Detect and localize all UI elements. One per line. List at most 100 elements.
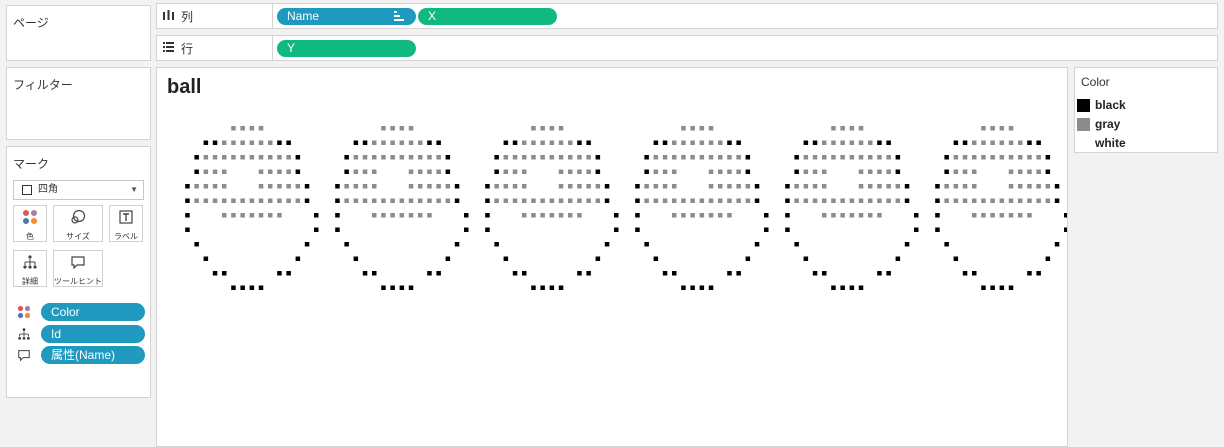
ball-mark[interactable] xyxy=(353,140,359,146)
ball-mark[interactable] xyxy=(1018,198,1023,204)
ball-mark[interactable] xyxy=(718,155,723,160)
ball-mark[interactable] xyxy=(981,213,986,218)
ball-mark[interactable] xyxy=(286,198,291,204)
ball-mark[interactable] xyxy=(418,184,423,189)
mark-type-dropdown[interactable]: 四角 ▼ xyxy=(13,180,144,200)
legend-item-white[interactable]: white xyxy=(1077,135,1215,151)
ball-mark[interactable] xyxy=(1027,155,1032,160)
ball-mark[interactable] xyxy=(418,213,423,218)
ball-mark[interactable] xyxy=(353,256,359,262)
ball-mark[interactable] xyxy=(858,140,864,146)
ball-mark[interactable] xyxy=(586,155,591,160)
ball-mark[interactable] xyxy=(427,155,432,160)
ball-mark[interactable] xyxy=(690,155,695,160)
ball-mark[interactable] xyxy=(277,213,282,218)
ball-mark[interactable] xyxy=(953,184,959,189)
ball-mark[interactable] xyxy=(390,155,395,160)
ball-mark[interactable] xyxy=(999,285,1005,291)
ball-mark[interactable] xyxy=(586,184,591,189)
ball-mark[interactable] xyxy=(1036,155,1041,160)
ball-mark[interactable] xyxy=(512,271,518,276)
ball-mark[interactable] xyxy=(831,285,836,291)
ball-mark[interactable] xyxy=(840,126,845,131)
ball-mark[interactable] xyxy=(494,198,499,204)
ball-mark[interactable] xyxy=(644,169,649,175)
ball-mark[interactable] xyxy=(672,184,677,189)
ball-mark[interactable] xyxy=(185,198,190,204)
ball-mark[interactable] xyxy=(399,285,405,291)
ball-mark[interactable] xyxy=(727,155,732,160)
ball-mark[interactable] xyxy=(708,213,714,218)
ball-mark[interactable] xyxy=(249,213,255,218)
ball-mark[interactable] xyxy=(699,140,705,146)
ball-mark[interactable] xyxy=(512,198,518,204)
ball-mark[interactable] xyxy=(577,198,582,204)
ball-mark[interactable] xyxy=(1045,256,1051,262)
ball-mark[interactable] xyxy=(914,213,919,218)
ball-mark[interactable] xyxy=(344,242,349,247)
ball-mark[interactable] xyxy=(962,169,968,175)
ball-mark[interactable] xyxy=(990,213,995,218)
ball-mark[interactable] xyxy=(812,155,818,160)
ball-mark[interactable] xyxy=(690,140,695,146)
ball-mark[interactable] xyxy=(194,242,199,247)
ball-mark[interactable] xyxy=(953,140,959,146)
ball-mark[interactable] xyxy=(372,271,377,276)
ball-mark[interactable] xyxy=(408,198,414,204)
ball-mark[interactable] xyxy=(699,285,705,291)
ball-mark[interactable] xyxy=(736,140,741,146)
ball-mark[interactable] xyxy=(362,271,368,276)
ball-mark[interactable] xyxy=(653,140,659,146)
ball-mark[interactable] xyxy=(803,184,809,189)
ball-mark[interactable] xyxy=(222,155,227,160)
ball-mark[interactable] xyxy=(990,155,995,160)
ball-mark[interactable] xyxy=(831,213,836,218)
ball-mark[interactable] xyxy=(822,198,827,204)
ball-mark[interactable] xyxy=(427,271,432,276)
ball-mark[interactable] xyxy=(999,140,1005,146)
ball-mark[interactable] xyxy=(904,198,910,204)
ball-mark[interactable] xyxy=(418,169,423,175)
ball-mark[interactable] xyxy=(372,184,377,189)
ball-mark[interactable] xyxy=(381,198,386,204)
ball-mark[interactable] xyxy=(549,285,555,291)
ball-mark[interactable] xyxy=(972,213,977,218)
ball-mark[interactable] xyxy=(672,155,677,160)
size-button[interactable]: サイズ xyxy=(53,205,103,242)
ball-mark[interactable] xyxy=(212,169,218,175)
ball-mark[interactable] xyxy=(568,169,573,175)
ball-mark[interactable] xyxy=(662,140,668,146)
ball-mark[interactable] xyxy=(935,227,940,233)
ball-mark[interactable] xyxy=(408,126,414,131)
ball-mark[interactable] xyxy=(1036,169,1041,175)
ball-mark[interactable] xyxy=(727,271,732,276)
ball-mark[interactable] xyxy=(727,184,732,189)
ball-mark[interactable] xyxy=(503,155,509,160)
ball-mark[interactable] xyxy=(718,213,723,218)
ball-mark[interactable] xyxy=(708,140,714,146)
ball-mark[interactable] xyxy=(1008,285,1014,291)
ball-mark[interactable] xyxy=(699,155,705,160)
ball-mark[interactable] xyxy=(1008,155,1014,160)
ball-mark[interactable] xyxy=(436,271,441,276)
ball-mark[interactable] xyxy=(745,256,751,262)
ball-mark[interactable] xyxy=(335,227,340,233)
ball-mark[interactable] xyxy=(812,140,818,146)
ball-mark[interactable] xyxy=(558,184,564,189)
ball-mark[interactable] xyxy=(999,198,1005,204)
ball-mark[interactable] xyxy=(445,169,451,175)
ball-mark[interactable] xyxy=(708,285,714,291)
ball-mark[interactable] xyxy=(944,184,949,189)
ball-mark[interactable] xyxy=(1027,271,1032,276)
ball-mark[interactable] xyxy=(803,256,809,262)
ball-mark[interactable] xyxy=(390,285,395,291)
ball-mark[interactable] xyxy=(1027,198,1032,204)
ball-mark[interactable] xyxy=(222,169,227,175)
ball-mark[interactable] xyxy=(868,169,873,175)
ball-mark[interactable] xyxy=(981,155,986,160)
ball-mark[interactable] xyxy=(708,198,714,204)
ball-mark[interactable] xyxy=(558,155,564,160)
ball-mark[interactable] xyxy=(849,198,855,204)
ball-mark[interactable] xyxy=(436,184,441,189)
ball-mark[interactable] xyxy=(362,169,368,175)
